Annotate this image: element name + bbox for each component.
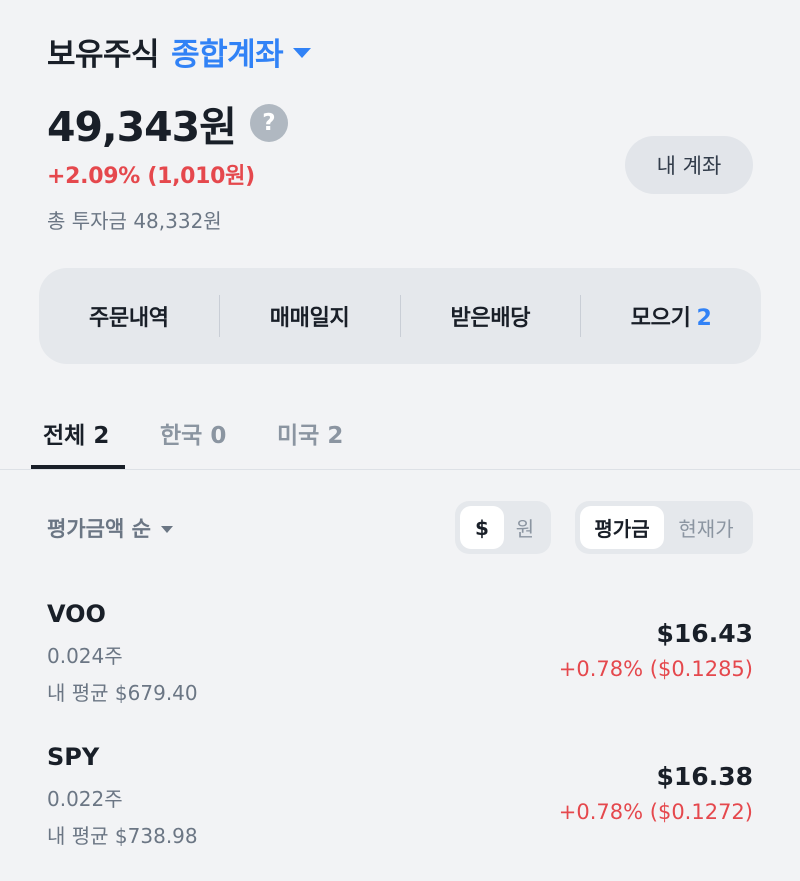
holding-gain: +0.78% ($0.1272) <box>558 800 753 824</box>
holding-quantity: 0.022주 <box>47 787 123 811</box>
holding-average-price: 내 평균 $738.98 <box>47 824 198 848</box>
total-invested: 총 투자금 48,332원 <box>47 209 222 233</box>
active-tab-indicator <box>31 465 125 469</box>
holding-row[interactable]: SPY 0.022주 내 평균 $738.98 $16.38 +0.78% ($… <box>0 743 800 881</box>
tab-korea[interactable]: 한국 0 <box>160 416 226 450</box>
quick-menu-label: 모으기 <box>630 306 691 331</box>
sort-selector[interactable]: 평가금액 순 <box>47 512 173 544</box>
total-value-row: 49,343원 ? <box>47 98 288 151</box>
holding-ticker: VOO <box>47 600 106 628</box>
quick-menu-count-badge: 2 <box>696 306 712 331</box>
holding-gain: +0.78% ($0.1285) <box>558 657 753 681</box>
currency-usd-option[interactable]: $ <box>460 506 504 549</box>
tab-usa[interactable]: 미국 2 <box>277 416 343 450</box>
display-current-price-option[interactable]: 현재가 <box>664 506 748 549</box>
total-value: 49,343원 <box>47 103 237 151</box>
quick-menu-label: 매매일지 <box>269 306 350 331</box>
display-mode-toggle: 평가금 현재가 <box>575 501 753 554</box>
quick-menu-dividends[interactable]: 받은배당 <box>401 300 581 332</box>
holding-row[interactable]: VOO 0.024주 내 평균 $679.40 $16.43 +0.78% ($… <box>0 600 800 740</box>
currency-toggle: $ 원 <box>455 501 551 554</box>
holding-ticker: SPY <box>47 743 100 771</box>
caret-down-icon[interactable] <box>293 48 312 58</box>
quick-menu: 주문내역 매매일지 받은배당 모으기 2 <box>39 268 761 364</box>
tab-all[interactable]: 전체 2 <box>43 416 109 450</box>
market-tabs: 전체 2 한국 0 미국 2 <box>0 400 800 470</box>
sort-label: 평가금액 순 <box>47 517 151 541</box>
help-icon[interactable]: ? <box>249 104 288 142</box>
holding-value: $16.38 <box>656 762 753 791</box>
quick-menu-trade-journal[interactable]: 매매일지 <box>220 300 400 332</box>
quick-menu-collect[interactable]: 모으기 2 <box>581 300 761 332</box>
account-selector[interactable]: 종합계좌 <box>171 29 284 74</box>
display-valuation-option[interactable]: 평가금 <box>580 506 664 549</box>
quick-menu-label: 받은배당 <box>450 306 531 331</box>
holding-value: $16.43 <box>656 619 753 648</box>
page-header: 보유주식 종합계좌 <box>47 28 312 74</box>
total-change: +2.09% (1,010원) <box>47 164 255 189</box>
holdings-page: 보유주식 종합계좌 49,343원 ? +2.09% (1,010원) 총 투자… <box>0 0 800 881</box>
holding-average-price: 내 평균 $679.40 <box>47 681 198 705</box>
holding-quantity: 0.024주 <box>47 644 123 668</box>
quick-menu-label: 주문내역 <box>88 306 169 331</box>
quick-menu-order-history[interactable]: 주문내역 <box>39 300 219 332</box>
currency-krw-option[interactable]: 원 <box>504 506 546 549</box>
caret-down-icon <box>160 525 173 533</box>
page-title: 보유주식 <box>47 36 160 73</box>
my-account-button[interactable]: 내 계좌 <box>625 136 753 194</box>
